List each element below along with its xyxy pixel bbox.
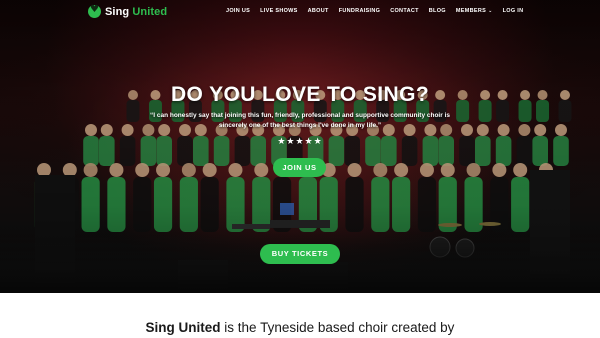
heart-logo-icon bbox=[88, 4, 101, 18]
testimonial-line-2: sincerely one of the best things I've do… bbox=[218, 122, 382, 129]
join-us-button[interactable]: JOIN US bbox=[273, 158, 326, 177]
site-logo[interactable]: Sing United bbox=[88, 4, 168, 18]
testimonial-quote: “I can honestly say that joining this fu… bbox=[130, 111, 470, 131]
nav-item-blog[interactable]: BLOG bbox=[429, 8, 446, 14]
nav-item-members-label: MEMBERS bbox=[455, 8, 487, 14]
intro-text: Sing United is the Tyneside based choir … bbox=[0, 320, 600, 335]
testimonial-line-1: “I can honestly say that joining this fu… bbox=[149, 112, 450, 119]
buy-tickets-button[interactable]: BUY TICKETS bbox=[260, 244, 340, 264]
nav-item-fundraising[interactable]: FUNDRAISING bbox=[339, 8, 381, 14]
intro-brand: Sing United bbox=[145, 320, 221, 335]
nav-item-about[interactable]: ABOUT bbox=[308, 8, 329, 14]
star-rating: ★★★★★ bbox=[277, 137, 323, 147]
top-navigation: Sing United JOIN US LIVE SHOWS ABOUT FUN… bbox=[0, 0, 600, 24]
main-menu: JOIN US LIVE SHOWS ABOUT FUNDRAISING CON… bbox=[226, 8, 533, 14]
nav-item-log-in[interactable]: LOG IN bbox=[503, 8, 524, 14]
hero-title: DO YOU LOVE TO SING? bbox=[170, 83, 430, 106]
chevron-down-icon: ⌄ bbox=[488, 8, 493, 14]
nav-item-live-shows[interactable]: LIVE SHOWS bbox=[260, 8, 298, 14]
nav-item-contact[interactable]: CONTACT bbox=[390, 8, 419, 14]
nav-item-members[interactable]: MEMBERS ⌄ bbox=[456, 8, 493, 14]
intro-body: is the Tyneside based choir created by bbox=[220, 320, 455, 335]
logo-text: Sing United bbox=[105, 5, 168, 18]
nav-item-join-us[interactable]: JOIN US bbox=[226, 8, 250, 14]
